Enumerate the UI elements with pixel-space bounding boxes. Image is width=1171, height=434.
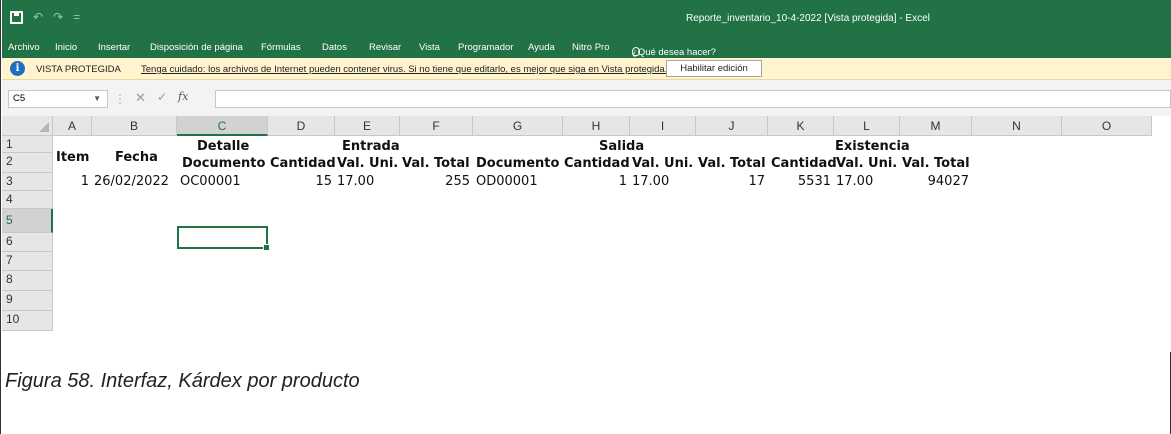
header-entrada: Entrada xyxy=(342,139,400,154)
tab-inicio[interactable]: Inicio xyxy=(55,42,77,53)
cell-j3[interactable]: 17 xyxy=(696,173,765,190)
chevron-down-icon[interactable]: ▼ xyxy=(93,91,101,107)
active-cell-selection[interactable] xyxy=(177,226,270,251)
name-box[interactable]: C5 ▼ xyxy=(8,90,108,108)
tab-nitro-pro[interactable]: Nitro Pro xyxy=(572,42,609,53)
column-header-b[interactable]: B xyxy=(92,116,177,136)
row-header-4[interactable]: 4 xyxy=(2,191,53,209)
save-icon[interactable] xyxy=(10,10,23,24)
protected-view-bar: i VISTA PROTEGIDA Tenga cuidado: los arc… xyxy=(2,58,1171,80)
undo-icon[interactable]: ↶ xyxy=(33,10,43,24)
tab-programador[interactable]: Programador xyxy=(458,42,513,53)
row-header-10[interactable]: 10 xyxy=(2,311,53,331)
header-documento-salida: Documento xyxy=(476,156,560,171)
protected-view-message[interactable]: Tenga cuidado: los archivos de Internet … xyxy=(141,64,667,75)
cell-l3[interactable]: 17.00 xyxy=(836,173,873,190)
row-header-7[interactable]: 7 xyxy=(2,252,53,271)
cell-b3[interactable]: 26/02/2022 xyxy=(94,173,169,190)
quick-access-toolbar: ↶ ↷ = xyxy=(10,10,80,24)
row-header-6[interactable]: 6 xyxy=(2,233,53,252)
row-header-8[interactable]: 8 xyxy=(2,271,53,291)
title-bar: ↶ ↷ = Reporte_inventario_10-4-2022 [Vist… xyxy=(2,0,1171,37)
select-all-corner[interactable] xyxy=(2,116,53,136)
info-icon: i xyxy=(10,61,25,76)
formula-bar: C5 ▼ ⋮ ✕ ✓ fx xyxy=(2,80,1171,116)
excel-window: ↶ ↷ = Reporte_inventario_10-4-2022 [Vist… xyxy=(2,0,1171,352)
insert-function-icon[interactable]: fx xyxy=(178,90,188,103)
header-valuni-entrada: Val. Uni. xyxy=(337,156,399,171)
cell-m3[interactable]: 94027 xyxy=(900,173,969,190)
worksheet-grid[interactable]: A B C D E F G H I J K L M N O 1 2 3 4 5 … xyxy=(2,116,1171,352)
row-header-5[interactable]: 5 xyxy=(2,209,53,233)
figure-caption: Figura 58. Interfaz, Kárdex por producto xyxy=(5,370,360,392)
header-item: Item xyxy=(56,150,90,165)
tab-vista[interactable]: Vista xyxy=(419,42,440,53)
header-valtotal-entrada: Val. Total xyxy=(402,156,470,171)
cell-k3[interactable]: 5531 xyxy=(768,173,831,190)
header-valuni-salida: Val. Uni. xyxy=(632,156,694,171)
figure-frame: ↶ ↷ = Reporte_inventario_10-4-2022 [Vist… xyxy=(0,0,1171,434)
tab-ayuda[interactable]: Ayuda xyxy=(528,42,555,53)
formula-input[interactable] xyxy=(215,90,1171,108)
header-cantidad-existencia: Cantidad xyxy=(771,156,837,171)
row-header-2[interactable]: 2 xyxy=(2,153,53,173)
column-header-a[interactable]: A xyxy=(53,116,92,136)
header-detalle: Detalle xyxy=(197,139,250,154)
name-box-value: C5 xyxy=(13,93,26,104)
enter-check-icon[interactable]: ✓ xyxy=(157,90,167,104)
cell-g3[interactable]: OD00001 xyxy=(476,173,538,190)
protected-view-label: VISTA PROTEGIDA xyxy=(36,64,121,75)
column-header-j[interactable]: J xyxy=(696,116,768,136)
column-header-m[interactable]: M xyxy=(900,116,972,136)
tell-me-label: ¿Qué desea hacer? xyxy=(632,47,716,58)
cell-f3[interactable]: 255 xyxy=(400,173,470,190)
tab-datos[interactable]: Datos xyxy=(322,42,347,53)
column-header-i[interactable]: I xyxy=(630,116,696,136)
header-valtotal-existencia: Val. Total xyxy=(902,156,970,171)
row-header-1[interactable]: 1 xyxy=(2,136,53,153)
formula-bar-grip-icon: ⋮ xyxy=(114,92,126,106)
header-valtotal-salida: Val. Total xyxy=(698,156,766,171)
customize-qat-icon[interactable]: = xyxy=(73,10,80,24)
cell-h3[interactable]: 1 xyxy=(563,173,627,190)
header-existencia: Existencia xyxy=(835,139,910,154)
tab-revisar[interactable]: Revisar xyxy=(369,42,401,53)
document-title: Reporte_inventario_10-4-2022 [Vista prot… xyxy=(686,13,930,24)
redo-icon[interactable]: ↷ xyxy=(53,10,63,24)
column-header-o[interactable]: O xyxy=(1062,116,1152,136)
column-header-g[interactable]: G xyxy=(473,116,563,136)
column-header-n[interactable]: N xyxy=(972,116,1062,136)
row-header-3[interactable]: 3 xyxy=(2,173,53,191)
column-header-k[interactable]: K xyxy=(768,116,834,136)
column-header-l[interactable]: L xyxy=(834,116,900,136)
cell-d3[interactable]: 15 xyxy=(268,173,332,190)
cancel-icon[interactable]: ✕ xyxy=(135,90,146,106)
header-cantidad-entrada: Cantidad xyxy=(270,156,336,171)
column-header-e[interactable]: E xyxy=(335,116,400,136)
header-salida: Salida xyxy=(599,139,645,154)
tab-disposicion[interactable]: Disposición de página xyxy=(150,42,243,53)
cell-e3[interactable]: 17.00 xyxy=(337,173,374,190)
header-fecha: Fecha xyxy=(115,150,158,165)
header-valuni-existencia: Val. Uni. xyxy=(836,156,898,171)
cell-a3[interactable]: 1 xyxy=(53,173,89,190)
tab-formulas[interactable]: Fórmulas xyxy=(261,42,301,53)
cell-i3[interactable]: 17.00 xyxy=(632,173,669,190)
ribbon-tabs: Archivo Inicio Insertar Disposición de p… xyxy=(2,37,1171,58)
header-cantidad-salida: Cantidad xyxy=(564,156,630,171)
tab-archivo[interactable]: Archivo xyxy=(8,42,40,53)
cell-c3[interactable]: OC00001 xyxy=(180,173,241,190)
row-header-9[interactable]: 9 xyxy=(2,291,53,311)
column-header-c[interactable]: C xyxy=(177,116,268,136)
column-header-h[interactable]: H xyxy=(563,116,630,136)
header-documento-entrada: Documento xyxy=(182,156,266,171)
column-header-d[interactable]: D xyxy=(268,116,335,136)
column-header-f[interactable]: F xyxy=(400,116,473,136)
enable-editing-button[interactable]: Habilitar edición xyxy=(666,60,762,77)
tab-insertar[interactable]: Insertar xyxy=(98,42,130,53)
